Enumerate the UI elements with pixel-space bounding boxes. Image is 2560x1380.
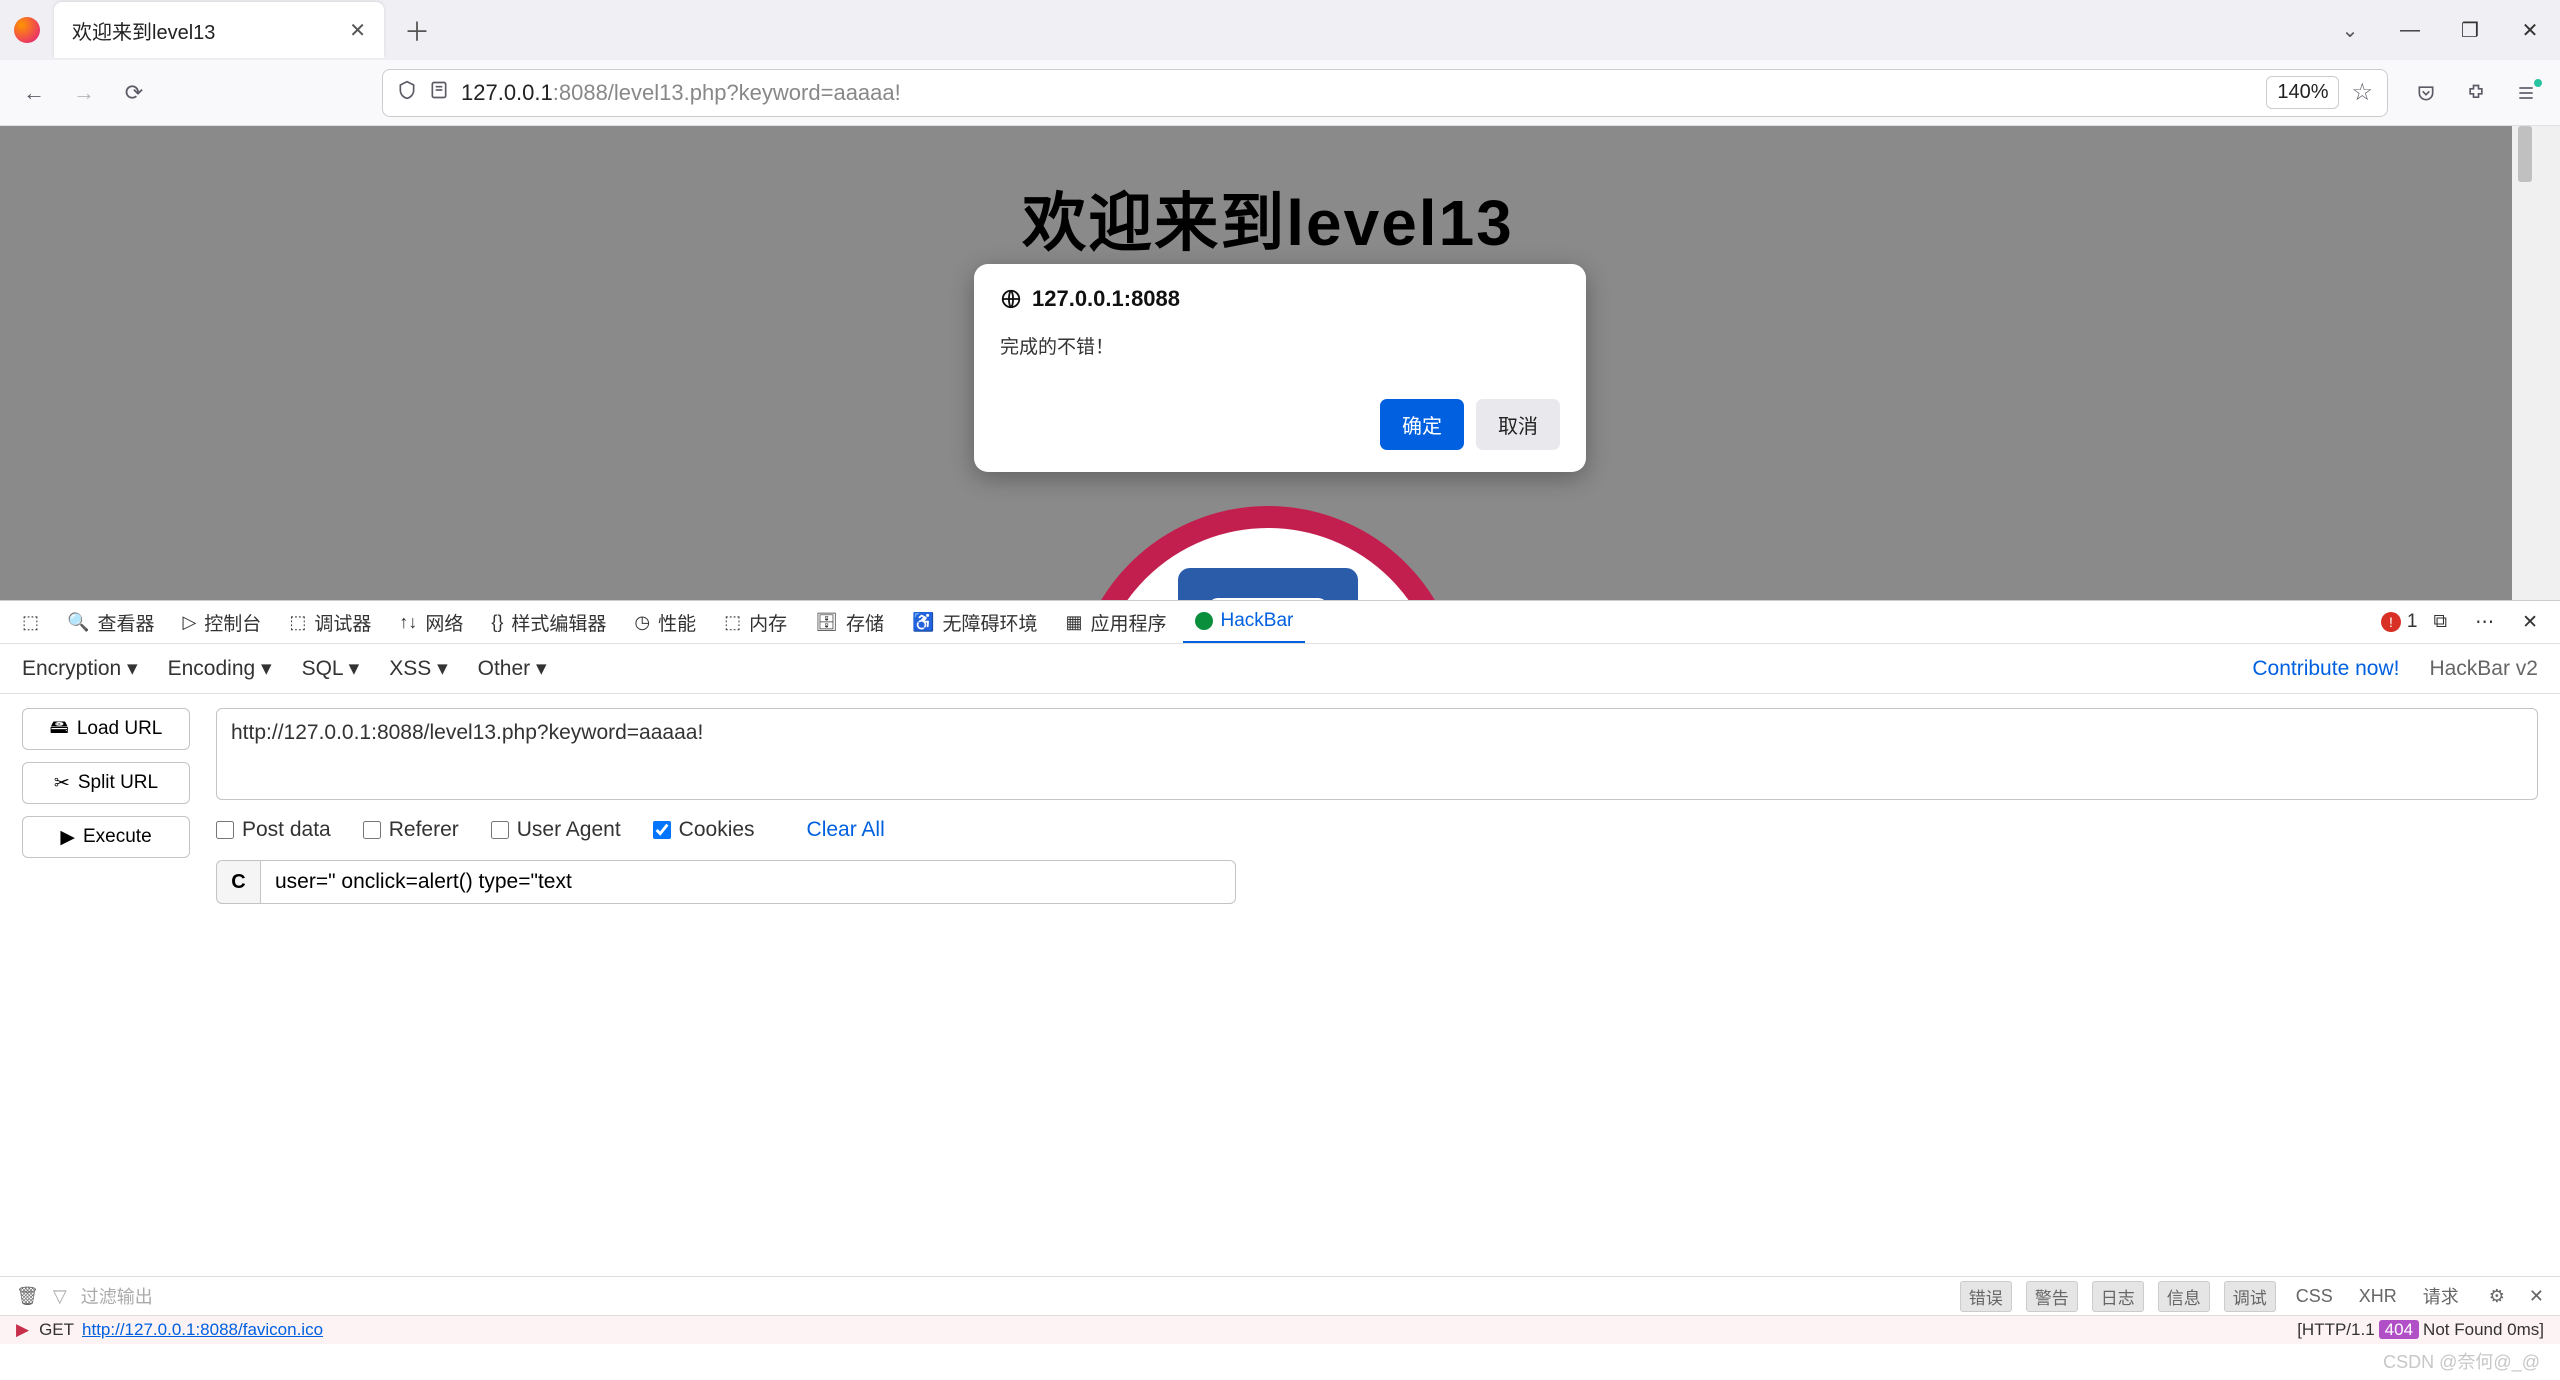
filter-requests[interactable]: 请求 [2417, 1283, 2465, 1309]
load-url-button[interactable]: 🖴Load URL [22, 708, 190, 750]
filter-warnings[interactable]: 警告 [2026, 1281, 2078, 1312]
devtools-tab-console[interactable]: ▷控制台 [170, 601, 273, 643]
filter-info[interactable]: 信息 [2158, 1281, 2210, 1312]
error-count: 1 [2407, 611, 2418, 633]
cookie-label: C [216, 860, 260, 904]
devtools-tab-storage[interactable]: 🗄存储 [803, 601, 896, 643]
log-status: [HTTP/1.1404Not Found 0ms] [2297, 1320, 2544, 1340]
extensions-icon[interactable] [2456, 73, 2496, 113]
filter-errors[interactable]: 错误 [1960, 1281, 2012, 1312]
tab-title: 欢迎来到level13 [72, 16, 349, 45]
filter-input[interactable]: 过滤输出 [81, 1283, 153, 1309]
hackbar-icon [1195, 612, 1213, 630]
pocket-icon[interactable] [2406, 73, 2446, 113]
zoom-level[interactable]: 140% [2266, 76, 2339, 109]
reload-button[interactable]: ⟳ [114, 73, 154, 113]
hackbar-menu-sql[interactable]: SQL ▾ [302, 656, 360, 681]
referer-checkbox[interactable]: Referer [363, 818, 459, 842]
minimize-button[interactable]: — [2380, 19, 2440, 42]
shield-icon[interactable] [397, 80, 417, 105]
execute-button[interactable]: ▶Execute [22, 816, 190, 858]
devtools-tab-inspector[interactable]: 🔍查看器 [55, 601, 166, 643]
console-log-row[interactable]: ▶ GET http://127.0.0.1:8088/favicon.ico … [0, 1316, 2560, 1344]
filter-logs[interactable]: 日志 [2092, 1281, 2144, 1312]
user-agent-checkbox[interactable]: User Agent [491, 818, 621, 842]
filter-css[interactable]: CSS [2290, 1286, 2339, 1307]
app-menu-button[interactable] [2506, 73, 2546, 113]
close-tab-icon[interactable]: ✕ [349, 18, 366, 43]
devtools-tab-application[interactable]: ▦应用程序 [1053, 601, 1178, 643]
hackbar-contribute-link[interactable]: Contribute now! [2252, 657, 2399, 681]
hackbar-menu-encryption[interactable]: Encryption ▾ [22, 656, 138, 681]
devtools-header: ⬚ 🔍查看器 ▷控制台 ⬚调试器 ↑↓网络 {}样式编辑器 ◷性能 ⬚内存 🗄存… [0, 600, 2560, 644]
devtools-tab-a11y[interactable]: ♿无障碍环境 [900, 601, 1049, 643]
cookie-input[interactable] [260, 860, 1236, 904]
devtools-tab-hackbar[interactable]: HackBar [1183, 601, 1306, 643]
expand-arrow-icon[interactable]: ▶ [16, 1320, 29, 1340]
hackbar-version: HackBar v2 [2429, 657, 2538, 681]
browser-tab[interactable]: 欢迎来到level13 ✕ [54, 2, 384, 58]
dialog-ok-button[interactable]: 确定 [1380, 399, 1464, 450]
filter-xhr[interactable]: XHR [2353, 1286, 2403, 1307]
cookies-checkbox[interactable]: Cookies [653, 818, 755, 842]
devtools-tab-debugger[interactable]: ⬚调试器 [277, 601, 383, 643]
clear-all-link[interactable]: Clear All [807, 818, 885, 842]
hackbar-menu-other[interactable]: Other ▾ [478, 656, 547, 681]
maximize-button[interactable]: ❐ [2440, 18, 2500, 43]
error-count-badge[interactable]: ! [2381, 612, 2401, 632]
log-url[interactable]: http://127.0.0.1:8088/favicon.ico [82, 1320, 323, 1340]
page-info-icon[interactable] [429, 80, 449, 105]
url-text: 127.0.0.1:8088/level13.php?keyword=aaaaa… [461, 80, 2254, 106]
new-tab-button[interactable]: ＋ [404, 12, 430, 49]
dialog-cancel-button[interactable]: 取消 [1476, 399, 1560, 450]
js-confirm-dialog: 127.0.0.1:8088 完成的不错！ 确定 取消 [974, 264, 1586, 472]
address-bar[interactable]: 127.0.0.1:8088/level13.php?keyword=aaaaa… [382, 69, 2388, 117]
console-close-icon[interactable]: ✕ [2529, 1286, 2544, 1307]
cookie-input-row: C [216, 860, 1236, 904]
tabs-dropdown-icon[interactable]: ⌄ [2320, 18, 2380, 43]
console-settings-icon[interactable]: ⚙ [2489, 1286, 2505, 1307]
bookmark-star-icon[interactable]: ☆ [2351, 78, 2373, 107]
forward-button[interactable]: → [64, 73, 104, 113]
hackbar-menu-encoding[interactable]: Encoding ▾ [168, 656, 272, 681]
browser-titlebar: 欢迎来到level13 ✕ ＋ ⌄ — ❐ ✕ [0, 0, 2560, 60]
page-scrollbar[interactable] [2512, 126, 2536, 600]
hackbar-menu-xss[interactable]: XSS ▾ [389, 656, 447, 681]
dialog-message: 完成的不错！ [1000, 332, 1560, 359]
close-window-button[interactable]: ✕ [2500, 18, 2560, 43]
devtools-tab-memory[interactable]: ⬚内存 [712, 601, 799, 643]
devtools-close-icon[interactable]: ✕ [2510, 601, 2550, 643]
filter-icon[interactable]: ▽ [53, 1286, 67, 1307]
firefox-icon [14, 17, 40, 43]
hackbar-menubar: Encryption ▾ Encoding ▾ SQL ▾ XSS ▾ Othe… [0, 644, 2560, 694]
devtools-menu-icon[interactable]: ⋯ [2463, 601, 2506, 643]
url-toolbar: ← → ⟳ 127.0.0.1:8088/level13.php?keyword… [0, 60, 2560, 126]
watermark: CSDN @奈何@_@ [2383, 1348, 2540, 1374]
filter-debug[interactable]: 调试 [2224, 1281, 2276, 1312]
hackbar-body: 🖴Load URL ✂Split URL ▶Execute http://127… [0, 694, 2560, 1254]
post-data-checkbox[interactable]: Post data [216, 818, 331, 842]
console-toolbar: 🗑 ▽ 过滤输出 错误 警告 日志 信息 调试 CSS XHR 请求 ⚙ ✕ [0, 1276, 2560, 1316]
back-button[interactable]: ← [14, 73, 54, 113]
devtools-tab-performance[interactable]: ◷性能 [622, 601, 708, 643]
split-url-button[interactable]: ✂Split URL [22, 762, 190, 804]
log-method: GET [39, 1320, 74, 1340]
devtools-tab-style[interactable]: {}样式编辑器 [479, 601, 618, 643]
hackbar-url-input[interactable]: http://127.0.0.1:8088/level13.php?keywor… [216, 708, 2538, 800]
inspector-picker-icon[interactable]: ⬚ [10, 601, 51, 643]
dialog-origin: 127.0.0.1:8088 [1000, 286, 1560, 312]
devtools-tab-network[interactable]: ↑↓网络 [387, 601, 475, 643]
responsive-mode-icon[interactable]: ⧉ [2422, 601, 2460, 643]
page-heading: 欢迎来到level13 [0, 126, 2536, 264]
hackbar-options: Post data Referer User Agent Cookies Cle… [216, 818, 2538, 842]
trash-icon[interactable]: 🗑 [16, 1286, 39, 1307]
page-logo [1073, 506, 1463, 600]
